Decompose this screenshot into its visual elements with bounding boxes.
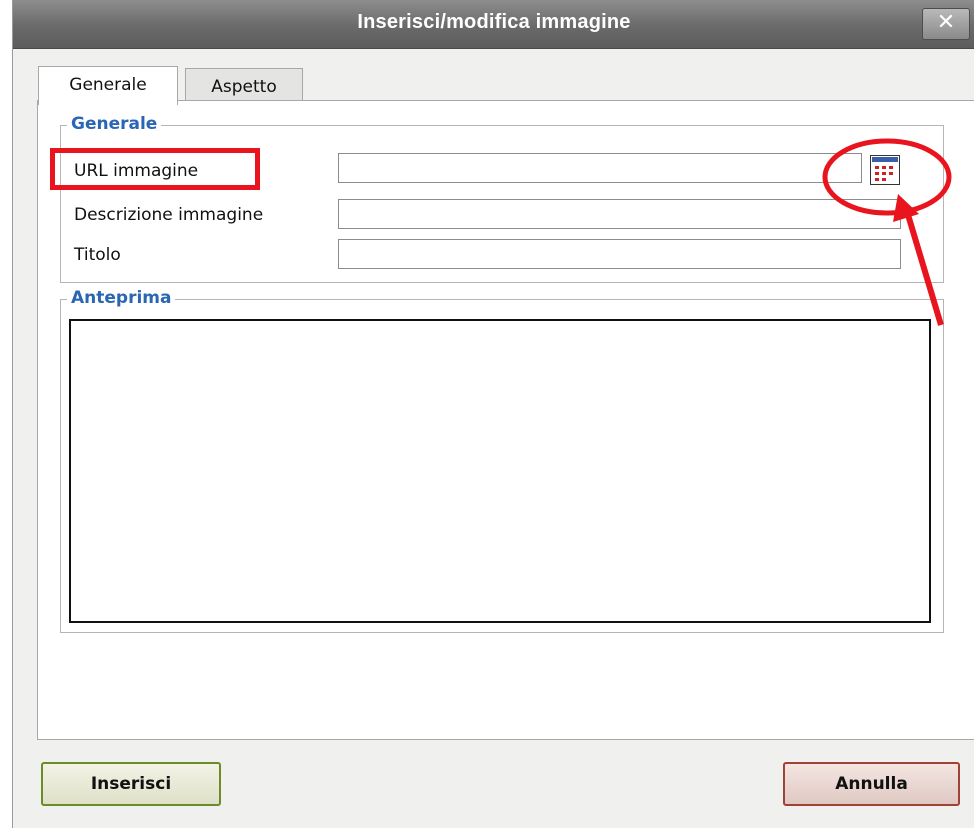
url-input[interactable] — [338, 153, 862, 183]
tab-generale-label: Generale — [69, 75, 147, 95]
title-input[interactable] — [338, 239, 901, 269]
tab-aspetto-label: Aspetto — [211, 77, 277, 97]
image-dialog: Inserisci/modifica immagine ✕ Generale A… — [12, 0, 974, 828]
calendar-icon — [872, 157, 898, 181]
preview-area — [69, 319, 931, 623]
insert-button[interactable]: Inserisci — [41, 762, 221, 806]
general-legend: Generale — [67, 114, 162, 134]
tab-aspetto[interactable]: Aspetto — [185, 68, 303, 104]
description-input[interactable] — [338, 199, 901, 229]
dialog-title: Inserisci/modifica immagine — [357, 11, 631, 33]
cancel-button-label: Annulla — [835, 774, 908, 794]
description-label: Descrizione immagine — [74, 205, 264, 225]
browse-icon[interactable] — [870, 155, 900, 185]
dialog-titlebar[interactable]: Inserisci/modifica immagine ✕ — [13, 0, 974, 49]
cancel-button[interactable]: Annulla — [783, 762, 960, 806]
insert-button-label: Inserisci — [90, 774, 172, 794]
close-button[interactable]: ✕ — [922, 8, 970, 40]
tab-panel-generale: Generale URL immagine Descrizione immagi… — [37, 100, 974, 740]
close-icon: ✕ — [936, 10, 956, 35]
tab-generale[interactable]: Generale — [38, 66, 178, 105]
preview-legend: Anteprima — [67, 288, 176, 308]
title-label: Titolo — [74, 245, 121, 265]
url-label: URL immagine — [74, 161, 199, 181]
